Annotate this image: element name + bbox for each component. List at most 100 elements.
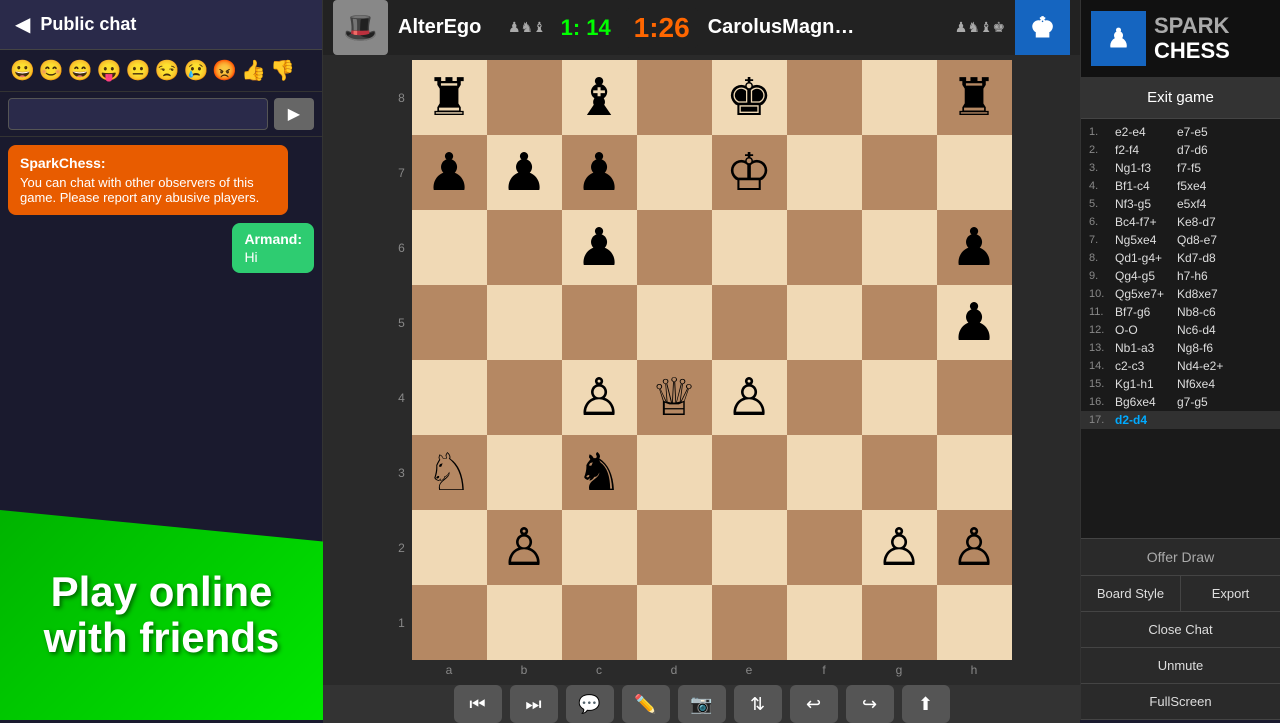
- move-white-8[interactable]: Qd1-g4+: [1115, 251, 1173, 265]
- move-row-15[interactable]: 15.Kg1-h1Nf6xe4: [1081, 375, 1280, 393]
- move-row-16[interactable]: 16.Bg6xe4g7-g5: [1081, 393, 1280, 411]
- move-white-1[interactable]: e2-e4: [1115, 125, 1173, 139]
- board-cell-f2[interactable]: [787, 510, 862, 585]
- board-cell-a6[interactable]: [412, 210, 487, 285]
- board-cell-e2[interactable]: [712, 510, 787, 585]
- move-black-4[interactable]: f5xe4: [1177, 179, 1235, 193]
- board-cell-e7[interactable]: ♔: [712, 135, 787, 210]
- unmute-button[interactable]: Unmute: [1081, 648, 1280, 684]
- move-white-5[interactable]: Nf3-g5: [1115, 197, 1173, 211]
- board-cell-c3[interactable]: ♞: [562, 435, 637, 510]
- emoji-1[interactable]: 😀: [10, 58, 35, 83]
- board-cell-g8[interactable]: [862, 60, 937, 135]
- board-cell-h8[interactable]: ♜: [937, 60, 1012, 135]
- move-white-17[interactable]: d2-d4: [1115, 413, 1173, 427]
- board-cell-f5[interactable]: [787, 285, 862, 360]
- board-cell-g1[interactable]: [862, 585, 937, 660]
- board-cell-c2[interactable]: [562, 510, 637, 585]
- board-cell-d4[interactable]: ♕: [637, 360, 712, 435]
- move-row-6[interactable]: 6.Bc4-f7+Ke8-d7: [1081, 213, 1280, 231]
- board-cell-h6[interactable]: ♟: [937, 210, 1012, 285]
- move-white-4[interactable]: Bf1-c4: [1115, 179, 1173, 193]
- move-white-13[interactable]: Nb1-a3: [1115, 341, 1173, 355]
- board-cell-a2[interactable]: [412, 510, 487, 585]
- board-cell-d1[interactable]: [637, 585, 712, 660]
- move-row-7[interactable]: 7.Ng5xe4Qd8-e7: [1081, 231, 1280, 249]
- move-row-3[interactable]: 3.Ng1-f3f7-f5: [1081, 159, 1280, 177]
- redo-button[interactable]: ↪: [846, 685, 894, 723]
- board-cell-f3[interactable]: [787, 435, 862, 510]
- board-cell-b2[interactable]: ♙: [487, 510, 562, 585]
- move-white-14[interactable]: c2-c3: [1115, 359, 1173, 373]
- move-black-16[interactable]: g7-g5: [1177, 395, 1235, 409]
- camera-button[interactable]: 📷: [678, 685, 726, 723]
- move-black-9[interactable]: h7-h6: [1177, 269, 1235, 283]
- board-cell-d2[interactable]: [637, 510, 712, 585]
- move-black-13[interactable]: Ng8-f6: [1177, 341, 1235, 355]
- emoji-9[interactable]: 👍: [241, 58, 266, 83]
- move-row-9[interactable]: 9.Qg4-g5h7-h6: [1081, 267, 1280, 285]
- board-cell-d5[interactable]: [637, 285, 712, 360]
- board-cell-f7[interactable]: [787, 135, 862, 210]
- emoji-5[interactable]: 😐: [126, 58, 151, 83]
- move-black-7[interactable]: Qd8-e7: [1177, 233, 1235, 247]
- board-cell-h3[interactable]: [937, 435, 1012, 510]
- board-cell-f1[interactable]: [787, 585, 862, 660]
- move-black-1[interactable]: e7-e5: [1177, 125, 1235, 139]
- board-cell-g6[interactable]: [862, 210, 937, 285]
- board-cell-h7[interactable]: [937, 135, 1012, 210]
- board-cell-g3[interactable]: [862, 435, 937, 510]
- board-cell-a8[interactable]: ♜: [412, 60, 487, 135]
- move-black-15[interactable]: Nf6xe4: [1177, 377, 1235, 391]
- move-white-2[interactable]: f2-f4: [1115, 143, 1173, 157]
- board-cell-b4[interactable]: [487, 360, 562, 435]
- board-cell-b8[interactable]: [487, 60, 562, 135]
- board-cell-d3[interactable]: [637, 435, 712, 510]
- send-button[interactable]: ▶: [274, 98, 314, 130]
- board-cell-a4[interactable]: [412, 360, 487, 435]
- move-white-11[interactable]: Bf7-g6: [1115, 305, 1173, 319]
- fullscreen-button[interactable]: FullScreen: [1081, 684, 1280, 720]
- board-cell-g2[interactable]: ♙: [862, 510, 937, 585]
- board-cell-c7[interactable]: ♟: [562, 135, 637, 210]
- move-black-10[interactable]: Kd8xe7: [1177, 287, 1235, 301]
- board-cell-a5[interactable]: [412, 285, 487, 360]
- board-cell-h5[interactable]: ♟: [937, 285, 1012, 360]
- board-cell-d7[interactable]: [637, 135, 712, 210]
- board-style-button[interactable]: Board Style: [1081, 576, 1181, 611]
- move-row-8[interactable]: 8.Qd1-g4+Kd7-d8: [1081, 249, 1280, 267]
- emoji-7[interactable]: 😢: [183, 58, 208, 83]
- board-cell-c4[interactable]: ♙: [562, 360, 637, 435]
- board-cell-c8[interactable]: ♝: [562, 60, 637, 135]
- move-white-12[interactable]: O-O: [1115, 323, 1173, 337]
- move-row-12[interactable]: 12.O-ONc6-d4: [1081, 321, 1280, 339]
- close-chat-button[interactable]: Close Chat: [1081, 612, 1280, 648]
- move-black-2[interactable]: d7-d6: [1177, 143, 1235, 157]
- board-cell-g4[interactable]: [862, 360, 937, 435]
- board-cell-f6[interactable]: [787, 210, 862, 285]
- board-cell-a3[interactable]: ♘: [412, 435, 487, 510]
- move-white-3[interactable]: Ng1-f3: [1115, 161, 1173, 175]
- board-cell-b1[interactable]: [487, 585, 562, 660]
- board-cell-h1[interactable]: [937, 585, 1012, 660]
- draw-button[interactable]: ✏️: [622, 685, 670, 723]
- move-row-5[interactable]: 5.Nf3-g5e5xf4: [1081, 195, 1280, 213]
- move-row-10[interactable]: 10.Qg5xe7+Kd8xe7: [1081, 285, 1280, 303]
- move-white-15[interactable]: Kg1-h1: [1115, 377, 1173, 391]
- emoji-8[interactable]: 😡: [212, 58, 237, 83]
- board-cell-f8[interactable]: [787, 60, 862, 135]
- move-black-14[interactable]: Nd4-e2+: [1177, 359, 1235, 373]
- board-cell-b3[interactable]: [487, 435, 562, 510]
- export-button[interactable]: Export: [1181, 576, 1280, 611]
- board-cell-e1[interactable]: [712, 585, 787, 660]
- move-white-10[interactable]: Qg5xe7+: [1115, 287, 1173, 301]
- move-black-12[interactable]: Nc6-d4: [1177, 323, 1235, 337]
- move-row-1[interactable]: 1.e2-e4e7-e5: [1081, 123, 1280, 141]
- move-row-4[interactable]: 4.Bf1-c4f5xe4: [1081, 177, 1280, 195]
- board-cell-e3[interactable]: [712, 435, 787, 510]
- move-white-7[interactable]: Ng5xe4: [1115, 233, 1173, 247]
- board-cell-c5[interactable]: [562, 285, 637, 360]
- move-black-5[interactable]: e5xf4: [1177, 197, 1235, 211]
- emoji-4[interactable]: 😛: [97, 58, 122, 83]
- board-cell-g5[interactable]: [862, 285, 937, 360]
